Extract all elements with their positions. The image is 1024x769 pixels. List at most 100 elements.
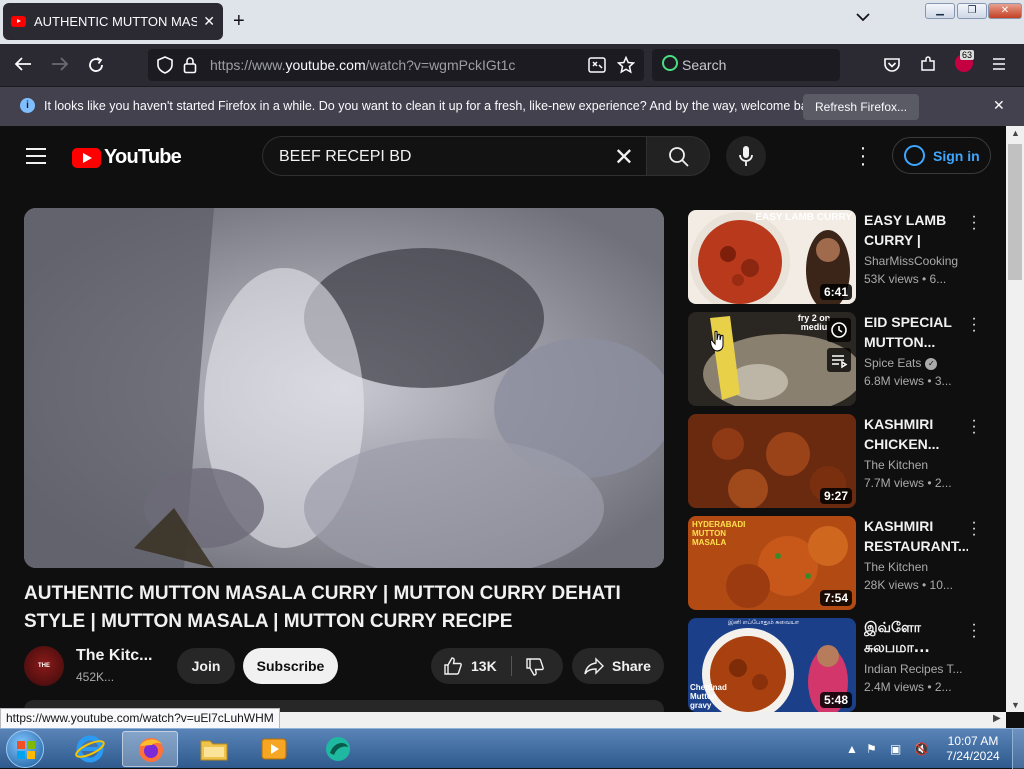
more-actions-icon[interactable]: · · · — [970, 209, 978, 237]
app-taskbar-button[interactable] — [310, 731, 366, 767]
network-icon[interactable]: ▣ — [890, 742, 901, 756]
recommendation-channel[interactable]: Spice Eats ✓ — [864, 356, 974, 370]
system-clock[interactable]: 10:07 AM 7/24/2024 — [942, 734, 1004, 764]
pocket-icon[interactable] — [883, 57, 901, 73]
url-text[interactable]: https://www.youtube.com/watch?v=wgmPckIG… — [210, 57, 515, 73]
recommendation-channel[interactable]: SharMissCooking — [864, 254, 974, 268]
active-tab[interactable]: AUTHENTIC MUTTON MASALA CURRY | MUTTON C… — [3, 3, 223, 40]
restore-button[interactable]: ❐ — [957, 3, 987, 19]
video-thumbnail[interactable]: இனி எப்போதும் சுவையா Chettinad Mutton gr… — [688, 618, 856, 712]
recommendation-channel[interactable]: The Kitchen — [864, 560, 974, 574]
refresh-firefox-button[interactable]: Refresh Firefox... — [803, 94, 920, 120]
recommendation-title[interactable]: EASY LAMB CURRY | India... — [864, 210, 968, 250]
join-button[interactable]: Join — [177, 648, 235, 684]
channel-subscriber-count: 452K... — [76, 670, 115, 684]
show-desktop-button[interactable] — [1012, 729, 1024, 769]
window-close-button[interactable]: ✕ — [988, 3, 1022, 19]
more-actions-icon[interactable]: · · · — [970, 617, 978, 645]
sign-in-button[interactable]: Sign in — [892, 137, 991, 174]
youtube-logo[interactable]: YouTube — [72, 146, 182, 169]
translate-page-icon[interactable] — [588, 57, 606, 73]
action-center-flag-icon[interactable]: ⚑ — [866, 742, 877, 756]
show-hidden-icons-icon[interactable]: ▲ — [846, 742, 858, 756]
bookmark-star-icon[interactable] — [617, 56, 635, 74]
reload-icon[interactable] — [87, 56, 105, 74]
minimize-button[interactable]: ▁ — [925, 3, 955, 19]
scroll-down-arrow-icon[interactable]: ▼ — [1011, 700, 1020, 710]
youtube-search-input[interactable]: BEEF RECEPI BD ✕ — [262, 136, 646, 176]
link-status-url: https://www.youtube.com/watch?v=uEl7cLuh… — [0, 708, 280, 729]
like-count[interactable]: 13K — [471, 648, 497, 684]
recommendation-item[interactable]: EASY LAMB CURRY 6:41 EASY LAMB CURRY | I… — [688, 209, 988, 306]
volume-muted-icon[interactable]: 🔇 — [914, 742, 929, 756]
lock-icon[interactable] — [183, 56, 197, 74]
video-thumbnail[interactable]: fry 2 on mediu — [688, 312, 856, 406]
notification-close-icon[interactable]: ✕ — [993, 97, 1005, 114]
app-menu-hamburger-icon[interactable] — [992, 57, 1006, 71]
share-button[interactable]: Share — [572, 648, 664, 684]
recommendation-channel[interactable]: Indian Recipes T... — [864, 662, 974, 676]
start-button[interactable] — [6, 730, 44, 768]
recommendation-item[interactable]: fry 2 on mediu EID SPECIAL MUTTON... Spi… — [688, 311, 988, 408]
back-arrow-icon[interactable] — [14, 56, 32, 72]
more-actions-icon[interactable]: · · · — [970, 515, 978, 543]
video-player[interactable] — [24, 208, 664, 568]
more-actions-icon[interactable]: · · · — [970, 413, 978, 441]
recommendation-title[interactable]: KASHMIRI CHICKEN... — [864, 414, 968, 454]
scroll-up-arrow-icon[interactable]: ▲ — [1011, 128, 1020, 138]
microphone-icon — [739, 146, 753, 166]
account-icon — [904, 145, 925, 166]
search-icon — [669, 147, 689, 167]
firefox-taskbar-button[interactable] — [122, 731, 178, 767]
voice-search-button[interactable] — [726, 136, 766, 176]
internet-explorer-taskbar-button[interactable] — [62, 731, 118, 767]
tab-close-icon[interactable]: ✕ — [203, 13, 215, 30]
settings-more-icon[interactable]: · · · — [858, 138, 868, 174]
vertical-scrollbar[interactable]: ▲ ▼ — [1006, 126, 1024, 712]
thumbnail-caption: Chettinad Mutton gravy — [690, 683, 727, 710]
recommendation-title[interactable]: KASHMIRI RESTAURANT... — [864, 516, 968, 556]
dislike-icon[interactable] — [525, 657, 545, 677]
recommendation-meta: 7.7M views • 2... — [864, 476, 952, 490]
youtube-search-button[interactable] — [646, 136, 710, 176]
file-explorer-taskbar-button[interactable] — [186, 731, 242, 767]
info-icon: i — [20, 98, 35, 113]
extensions-puzzle-icon[interactable] — [919, 55, 937, 73]
shield-icon[interactable] — [157, 56, 173, 74]
address-bar[interactable]: https://www.youtube.com/watch?v=wgmPckIG… — [148, 49, 644, 81]
guide-menu-icon[interactable] — [26, 148, 46, 169]
video-duration: 6:41 — [819, 284, 852, 300]
browser-search-box[interactable]: Search — [652, 49, 840, 81]
more-actions-icon[interactable]: · · · — [970, 311, 978, 339]
search-placeholder: Search — [682, 57, 727, 73]
thumbnail-caption: EASY LAMB CURRY — [755, 212, 852, 223]
list-all-tabs-chevron-icon[interactable] — [856, 12, 870, 22]
vertical-scroll-thumb[interactable] — [1008, 144, 1022, 280]
video-thumbnail[interactable]: EASY LAMB CURRY 6:41 — [688, 210, 856, 304]
recommendation-item[interactable]: HYDERABADI MUTTON MASALA 7:54 KASHMIRI R… — [688, 515, 988, 612]
new-tab-button[interactable]: + — [233, 10, 245, 33]
recommendation-title[interactable]: EID SPECIAL MUTTON... — [864, 312, 968, 352]
recommendation-item[interactable]: இனி எப்போதும் சுவையா Chettinad Mutton gr… — [688, 617, 988, 712]
recommendation-channel[interactable]: The Kitchen — [864, 458, 974, 472]
channel-name[interactable]: The Kitc... — [76, 647, 152, 665]
sign-in-label: Sign in — [933, 148, 980, 164]
video-duration: 9:27 — [819, 488, 852, 504]
channel-avatar[interactable]: THE KITCHEN — [24, 646, 64, 709]
video-thumbnail[interactable]: 9:27 — [688, 414, 856, 508]
recommendation-title[interactable]: இவ்ளோ சுலபமா... — [864, 618, 968, 658]
clear-search-icon[interactable]: ✕ — [614, 143, 634, 172]
like-icon[interactable] — [443, 656, 463, 676]
subscribe-button[interactable]: Subscribe — [243, 648, 338, 684]
forward-arrow-icon[interactable] — [51, 56, 69, 72]
verified-check-icon: ✓ — [925, 357, 938, 370]
video-thumbnail[interactable]: HYDERABADI MUTTON MASALA 7:54 — [688, 516, 856, 610]
share-icon — [584, 657, 604, 675]
media-player-taskbar-button[interactable] — [246, 731, 302, 767]
watch-later-clock-icon[interactable] — [827, 318, 851, 342]
video-duration: 7:54 — [819, 590, 852, 606]
add-to-queue-icon[interactable] — [827, 348, 851, 372]
firefox-icon — [139, 738, 163, 762]
scroll-right-arrow-icon[interactable]: ▶ — [993, 713, 1001, 724]
recommendation-item[interactable]: 9:27 KASHMIRI CHICKEN... The Kitchen 7.7… — [688, 413, 988, 510]
